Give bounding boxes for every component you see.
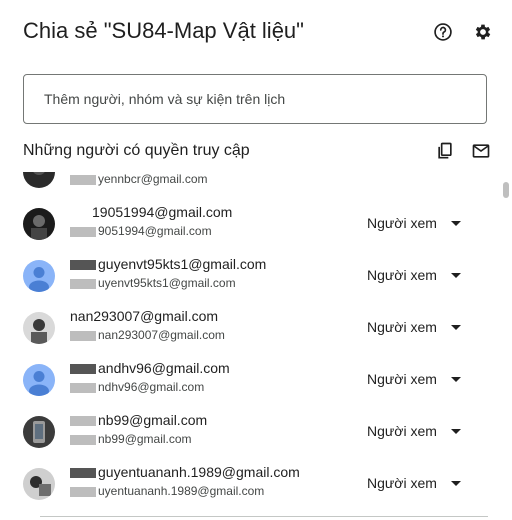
add-people-input[interactable] xyxy=(24,75,486,123)
person-email: nb99@gmail.com xyxy=(70,432,192,446)
gear-icon[interactable] xyxy=(472,21,494,43)
person-email-primary: andhv96@gmail.com xyxy=(70,360,230,376)
divider xyxy=(40,516,488,517)
mail-icon[interactable] xyxy=(470,140,492,162)
list-item: 19051994@gmail.com 9051994@gmail.com Ngư… xyxy=(0,196,500,248)
avatar xyxy=(23,172,55,188)
role-dropdown[interactable]: Người xem xyxy=(367,420,461,442)
list-item: nb99@gmail.com nb99@gmail.com Người xem xyxy=(0,404,500,456)
share-dialog: Chia sẻ "SU84-Map Vật liệu" Những người … xyxy=(0,0,512,520)
person-email: ndhv96@gmail.com xyxy=(70,380,204,394)
list-item: andhv96@gmail.com ndhv96@gmail.com Người… xyxy=(0,352,500,404)
access-section-title: Những người có quyền truy cập xyxy=(23,142,250,159)
list-item: guyentuananh.1989@gmail.com uyentuananh.… xyxy=(0,456,500,508)
list-item: yennbcr@gmail.com xyxy=(0,172,500,196)
person-email: uyenvt95kts1@gmail.com xyxy=(70,276,236,290)
dropdown-caret-icon xyxy=(450,376,461,382)
help-circle-icon[interactable] xyxy=(432,21,454,43)
person-email-primary: 19051994@gmail.com xyxy=(70,204,232,220)
person-email-primary: guyentuananh.1989@gmail.com xyxy=(70,464,300,480)
add-people-field[interactable] xyxy=(23,74,487,124)
person-email: uyentuananh.1989@gmail.com xyxy=(70,484,264,498)
person-email-primary: nan293007@gmail.com xyxy=(70,308,219,324)
dropdown-caret-icon xyxy=(450,480,461,486)
role-dropdown[interactable]: Người xem xyxy=(367,472,461,494)
scrollbar[interactable] xyxy=(503,182,509,198)
role-dropdown[interactable]: Người xem xyxy=(367,368,461,390)
people-list[interactable]: yennbcr@gmail.com 19051994@gmail.com 905… xyxy=(0,172,500,520)
avatar xyxy=(23,416,55,448)
person-email: nan293007@gmail.com xyxy=(70,328,225,342)
copy-icon[interactable] xyxy=(434,140,456,162)
dropdown-caret-icon xyxy=(450,428,461,434)
role-dropdown[interactable]: Người xem xyxy=(367,316,461,338)
role-dropdown[interactable]: Người xem xyxy=(367,264,461,286)
dropdown-caret-icon xyxy=(450,220,461,226)
dialog-title: Chia sẻ "SU84-Map Vật liệu" xyxy=(23,18,304,43)
dropdown-caret-icon xyxy=(450,324,461,330)
avatar xyxy=(23,364,55,396)
person-email: yennbcr@gmail.com xyxy=(70,172,208,186)
avatar xyxy=(23,468,55,500)
list-item: nan293007@gmail.com nan293007@gmail.com … xyxy=(0,300,500,352)
dropdown-caret-icon xyxy=(450,272,461,278)
role-dropdown[interactable]: Người xem xyxy=(367,212,461,234)
avatar xyxy=(23,208,55,240)
avatar xyxy=(23,260,55,292)
person-email-primary: guyenvt95kts1@gmail.com xyxy=(70,256,266,272)
list-item: guyenvt95kts1@gmail.com uyenvt95kts1@gma… xyxy=(0,248,500,300)
person-email-primary: nb99@gmail.com xyxy=(70,412,207,428)
avatar xyxy=(23,312,55,344)
person-email: 9051994@gmail.com xyxy=(70,224,212,238)
